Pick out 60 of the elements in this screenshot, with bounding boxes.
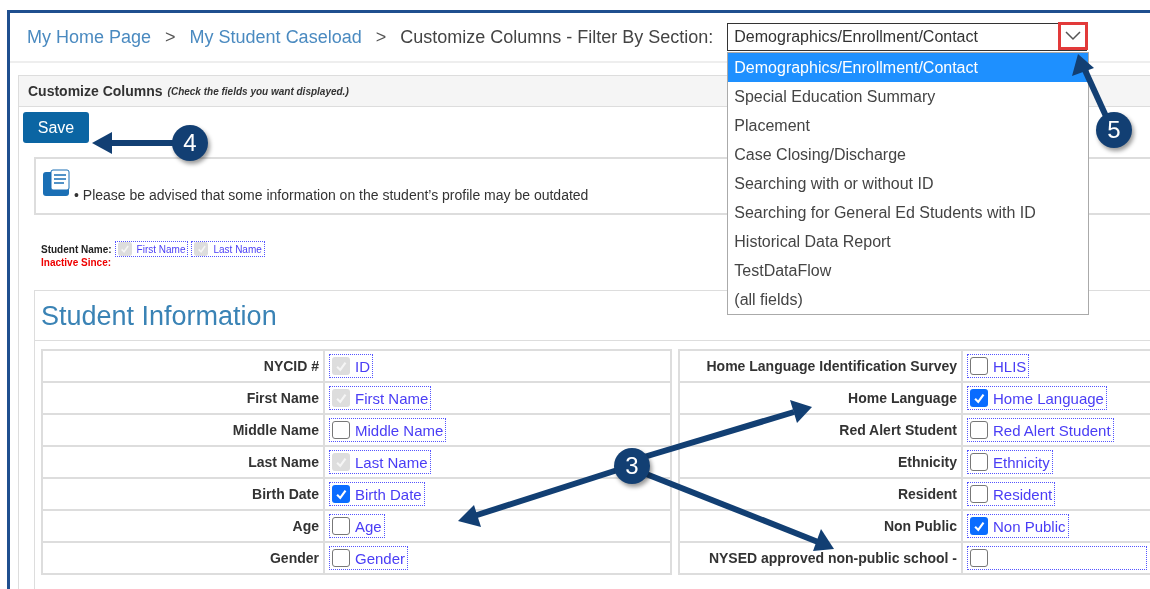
field-label: Birth Date: [252, 486, 319, 502]
checkbox[interactable]: [332, 517, 350, 535]
field-label: Home Language: [848, 390, 957, 406]
chevron-down-icon[interactable]: [1058, 22, 1089, 50]
column-option[interactable]: Gender: [329, 546, 409, 570]
checkmark-icon: [972, 391, 986, 405]
breadcrumb-separator: >: [165, 26, 176, 48]
checkbox[interactable]: [332, 549, 350, 567]
checkbox[interactable]: [970, 517, 988, 535]
field-label: Ethnicity: [897, 454, 957, 470]
panel-hint: (Check the fields you want displayed.): [167, 85, 349, 97]
column-option[interactable]: Non Public: [967, 514, 1069, 538]
breadcrumb-separator: >: [375, 26, 387, 48]
checkbox[interactable]: [970, 357, 988, 375]
checkmark-icon: [334, 455, 348, 469]
checkbox[interactable]: [970, 453, 988, 471]
column-option[interactable]: Birth Date: [329, 482, 425, 506]
save-button[interactable]: Save: [23, 112, 89, 143]
checkmark-icon: [972, 519, 986, 533]
checkbox[interactable]: [332, 485, 350, 503]
field-label: Home Language Identification Survey: [706, 358, 957, 374]
column-option[interactable]: Age: [329, 514, 385, 538]
column-option[interactable]: Red Alert Student: [967, 418, 1114, 442]
checkbox[interactable]: [970, 421, 988, 439]
checkmark-icon: [334, 359, 348, 373]
checkmark-icon: [119, 244, 130, 254]
page-title: Customize Columns - Filter By Section:: [400, 26, 714, 48]
field-label: First Name: [246, 390, 319, 406]
field-label: Red Alert Student: [839, 422, 957, 438]
field-label: Gender: [270, 550, 319, 566]
callout-number: 5: [1096, 112, 1132, 148]
field-label: Middle Name: [232, 422, 319, 438]
column-option[interactable]: Ethnicity: [967, 450, 1053, 474]
inactive-label: Inactive Since:: [41, 257, 113, 268]
column-option[interactable]: Middle Name: [329, 418, 447, 442]
breadcrumb-link[interactable]: My Student Caseload: [189, 26, 362, 48]
student-name-label: Student Name:: [41, 243, 112, 255]
message-icon: [42, 169, 72, 199]
checkbox[interactable]: [970, 549, 988, 567]
checkmark-icon: [196, 244, 207, 254]
checkbox[interactable]: [970, 485, 988, 503]
checkmark-icon: [334, 391, 348, 405]
field-label: Resident: [897, 486, 957, 502]
column-option[interactable]: [967, 546, 1147, 570]
checkbox[interactable]: [970, 389, 988, 407]
breadcrumb-link[interactable]: My Home Page: [27, 26, 152, 48]
field-label: NYSED approved non-public school -: [708, 550, 957, 566]
notice-text: • Please be advised that some information on the student’s profile may be outdated: [74, 187, 589, 203]
field-label: NYCID #: [263, 358, 319, 374]
column-option[interactable]: HLIS: [967, 354, 1030, 378]
column-option[interactable]: Home Language: [967, 386, 1107, 410]
column-option[interactable]: Resident: [967, 482, 1056, 506]
callout-number: 4: [172, 125, 208, 161]
callout-number: 3: [614, 448, 650, 484]
checkmark-icon: [334, 487, 348, 501]
field-label: Age: [292, 518, 319, 534]
field-label: Non Public: [883, 518, 957, 534]
panel-title: Customize Columns: [28, 83, 163, 99]
field-label: Last Name: [248, 454, 319, 470]
checkbox[interactable]: [332, 421, 350, 439]
